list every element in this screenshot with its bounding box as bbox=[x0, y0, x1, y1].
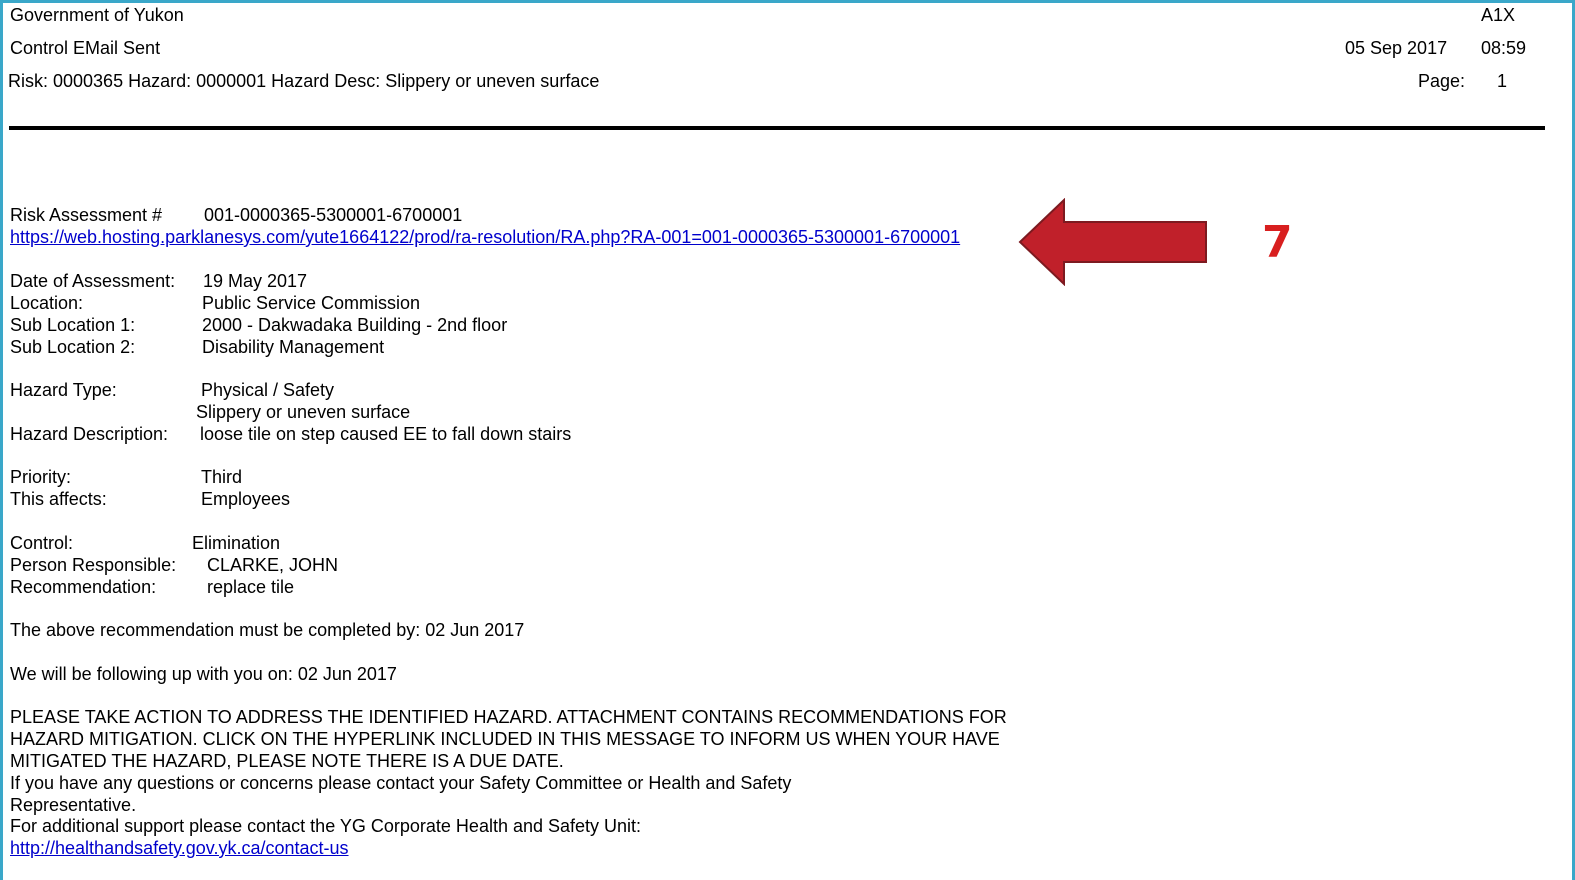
follow-up-text: We will be following up with you on: 02 … bbox=[10, 664, 397, 684]
assessment-label: Risk Assessment # bbox=[10, 205, 163, 225]
callout-number: 7 bbox=[1262, 217, 1293, 268]
action-text-line-3: MITIGATED THE HAZARD, PLEASE NOTE THERE … bbox=[10, 751, 564, 771]
hazard-type-value: Physical / Safety bbox=[201, 380, 335, 400]
action-text-line-2: HAZARD MITIGATION. CLICK ON THE HYPERLIN… bbox=[10, 729, 1000, 749]
report-title: Control EMail Sent bbox=[10, 38, 161, 58]
risk-line: Risk: 0000365 Hazard: 0000001 Hazard Des… bbox=[8, 71, 600, 91]
hazard-description-label: Hazard Description: bbox=[10, 424, 169, 444]
recommendation-value: replace tile bbox=[207, 577, 295, 597]
report-code: A1X bbox=[1481, 5, 1516, 25]
person-responsible-label: Person Responsible: bbox=[10, 555, 177, 575]
hazard-type-label: Hazard Type: bbox=[10, 380, 117, 400]
sub-location-2-value: Disability Management bbox=[202, 337, 385, 357]
person-responsible-value: CLARKE, JOHN bbox=[207, 555, 339, 575]
date-label: Date of Assessment: bbox=[10, 271, 176, 291]
report-time: 08:59 bbox=[1481, 38, 1527, 58]
support-text: For additional support please contact th… bbox=[10, 816, 642, 836]
location-value: Public Service Commission bbox=[202, 293, 421, 313]
header-divider bbox=[9, 126, 1545, 130]
date-value: 19 May 2017 bbox=[203, 271, 308, 291]
sub-location-2-label: Sub Location 2: bbox=[10, 337, 136, 357]
control-label: Control: bbox=[10, 533, 74, 553]
priority-label: Priority: bbox=[10, 467, 72, 487]
action-text-line-1: PLEASE TAKE ACTION TO ADDRESS THE IDENTI… bbox=[10, 707, 1007, 727]
affects-label: This affects: bbox=[10, 489, 107, 509]
page-label: Page: bbox=[1418, 71, 1466, 91]
completed-by-text: The above recommendation must be complet… bbox=[10, 620, 525, 640]
report-date: 05 Sep 2017 bbox=[1345, 38, 1448, 58]
page-number: 1 bbox=[1497, 71, 1508, 91]
org-name: Government of Yukon bbox=[10, 5, 184, 25]
sub-location-1-value: 2000 - Dakwadaka Building - 2nd floor bbox=[202, 315, 508, 335]
resolution-link[interactable]: https://web.hosting.parklanesys.com/yute… bbox=[10, 227, 960, 247]
hazard-subtype-value: Slippery or uneven surface bbox=[196, 402, 411, 422]
questions-text-line-2: Representative. bbox=[10, 795, 137, 815]
control-value: Elimination bbox=[192, 533, 281, 553]
recommendation-label: Recommendation: bbox=[10, 577, 157, 597]
priority-value: Third bbox=[201, 467, 243, 487]
support-link[interactable]: http://healthandsafety.gov.yk.ca/contact… bbox=[10, 838, 349, 858]
sub-location-1-label: Sub Location 1: bbox=[10, 315, 136, 335]
questions-text-line-1: If you have any questions or concerns pl… bbox=[10, 773, 792, 793]
assessment-number: 001-0000365-5300001-6700001 bbox=[204, 205, 463, 225]
callout-arrow-icon bbox=[1018, 198, 1207, 286]
affects-value: Employees bbox=[201, 489, 291, 509]
hazard-description-value: loose tile on step caused EE to fall dow… bbox=[200, 424, 572, 444]
location-label: Location: bbox=[10, 293, 84, 313]
